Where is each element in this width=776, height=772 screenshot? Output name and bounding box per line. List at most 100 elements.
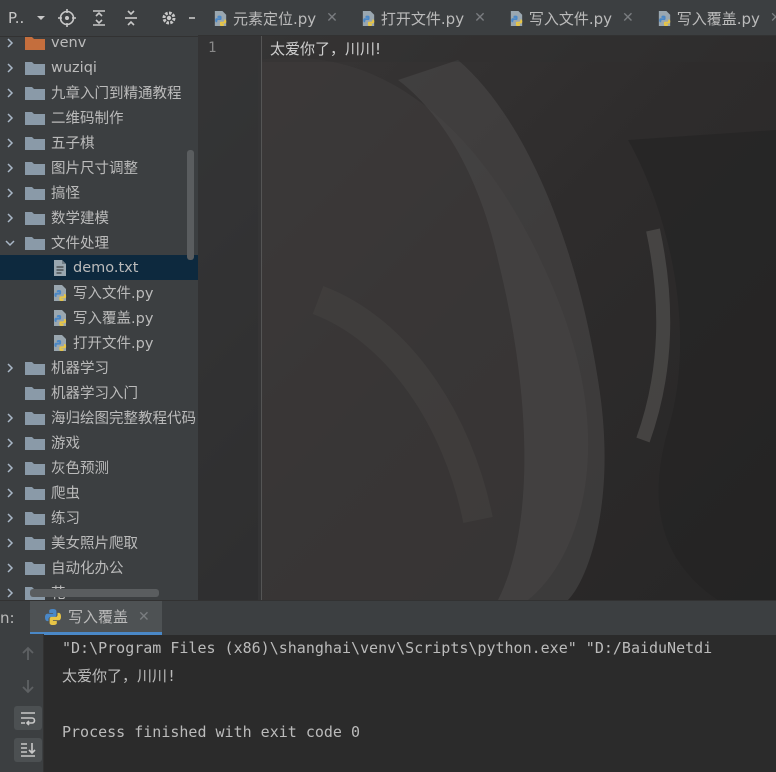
- tree-folder[interactable]: 搞怪: [0, 180, 198, 205]
- project-toolbar: P..: [0, 0, 198, 37]
- tree-item-label: 写入文件.py: [73, 286, 154, 302]
- tree-item-label: 写入覆盖.py: [73, 311, 154, 327]
- chevron-right-icon[interactable]: [5, 437, 15, 448]
- close-icon[interactable]: ✕: [326, 10, 338, 26]
- python-icon: [44, 608, 62, 626]
- close-icon[interactable]: ✕: [770, 10, 776, 26]
- chevron-right-icon[interactable]: [5, 212, 15, 223]
- tree-horizontal-scrollbar[interactable]: [30, 589, 159, 597]
- collapse-all-icon[interactable]: [120, 7, 142, 29]
- hide-icon[interactable]: [188, 7, 196, 29]
- tree-folder[interactable]: 美女照片爬取: [0, 530, 198, 555]
- tree-item-label: 爬虫: [51, 486, 80, 502]
- run-tab-label: 写入覆盖: [68, 608, 129, 626]
- folder-icon: [25, 186, 45, 200]
- tree-folder[interactable]: 灰色预测: [0, 455, 198, 480]
- chevron-right-icon[interactable]: [5, 37, 15, 48]
- chevron-right-icon[interactable]: [5, 62, 15, 73]
- tree-folder[interactable]: 海归绘图完整教程代码: [0, 405, 198, 430]
- tree-folder[interactable]: 数学建模: [0, 205, 198, 230]
- chevron-down-icon[interactable]: [36, 7, 46, 29]
- python-file-icon: [52, 284, 68, 302]
- folder-icon: [25, 61, 45, 75]
- chevron-down-icon[interactable]: [5, 238, 15, 248]
- close-icon[interactable]: ✕: [138, 609, 150, 625]
- folder-icon: [25, 511, 45, 525]
- tree-file[interactable]: 打开文件.py: [0, 330, 198, 355]
- folder-icon: [25, 386, 45, 400]
- tree-item-label: 海归绘图完整教程代码: [51, 411, 196, 427]
- editor-background-image: [198, 0, 776, 600]
- code-line[interactable]: 太爱你了，川川!: [270, 38, 381, 59]
- tree-item-label: 机器学习: [51, 361, 109, 377]
- chevron-right-icon[interactable]: [5, 87, 15, 98]
- editor-tab-label: 打开文件.py: [380, 9, 465, 28]
- editor-tab[interactable]: 打开文件.py ✕: [346, 0, 494, 36]
- console-line: Process finished with exit code 0: [62, 723, 361, 741]
- editor-tab-label: 写入覆盖.py: [676, 9, 760, 28]
- tree-item-label: 练习: [51, 511, 80, 527]
- chevron-right-icon[interactable]: [5, 362, 15, 373]
- chevron-right-icon[interactable]: [5, 162, 15, 173]
- python-file-icon: [52, 309, 68, 327]
- tree-folder[interactable]: 游戏: [0, 430, 198, 455]
- tree-folder[interactable]: 练习: [0, 505, 198, 530]
- project-view-selector[interactable]: P..: [8, 9, 36, 27]
- close-icon[interactable]: ✕: [622, 10, 634, 26]
- tree-folder[interactable]: 图片尺寸调整: [0, 155, 198, 180]
- scroll-to-end-icon[interactable]: [14, 738, 42, 762]
- tree-file[interactable]: 写入覆盖.py: [0, 305, 198, 330]
- chevron-right-icon[interactable]: [5, 187, 15, 198]
- tree-folder[interactable]: 自动化办公: [0, 555, 198, 580]
- chevron-right-icon[interactable]: [5, 487, 15, 498]
- chevron-right-icon[interactable]: [5, 462, 15, 473]
- tree-folder[interactable]: 九章入门到精通教程: [0, 80, 198, 105]
- tree-item-label: 游戏: [51, 436, 80, 452]
- folder-icon: [25, 411, 45, 425]
- locate-icon[interactable]: [56, 7, 78, 29]
- editor-tab[interactable]: 写入覆盖.py ✕: [642, 0, 776, 36]
- chevron-right-icon[interactable]: [5, 587, 15, 598]
- python-file-icon: [52, 334, 68, 352]
- folder-icon: [25, 111, 45, 125]
- line-number: 1: [208, 40, 217, 56]
- console-line: 太爱你了，川川!: [62, 667, 177, 685]
- chevron-right-icon[interactable]: [5, 537, 15, 548]
- editor-tab-label: 写入文件.py: [528, 9, 612, 28]
- tree-folder[interactable]: 二维码制作: [0, 105, 198, 130]
- editor-tab[interactable]: 元素定位.py ✕: [198, 0, 346, 36]
- chevron-right-icon[interactable]: [5, 512, 15, 523]
- folder-icon: [25, 361, 45, 375]
- tree-file[interactable]: 写入文件.py: [0, 280, 198, 305]
- tree-folder[interactable]: 机器学习: [0, 355, 198, 380]
- console-output[interactable]: "D:\Program Files (x86)\shanghai\venv\Sc…: [62, 634, 776, 746]
- tree-vertical-scrollbar[interactable]: [187, 150, 194, 260]
- tree-item-label: 数学建模: [51, 211, 109, 227]
- editor-area[interactable]: 1 太爱你了，川川! 元素定位.py ✕ 打开文件.py ✕ 写入文件.py ✕ 写入覆盖.…: [198, 0, 776, 600]
- gear-icon[interactable]: [158, 7, 180, 29]
- close-icon[interactable]: ✕: [474, 10, 486, 26]
- tree-item-label: 打开文件.py: [73, 336, 154, 352]
- chevron-right-icon[interactable]: [5, 562, 15, 573]
- tree-file[interactable]: demo.txt: [0, 255, 198, 280]
- tree-item-label: 美女照片爬取: [51, 536, 138, 552]
- soft-wrap-icon[interactable]: [14, 706, 42, 730]
- chevron-right-icon[interactable]: [5, 137, 15, 148]
- chevron-right-icon[interactable]: [5, 412, 15, 423]
- arrow-up-icon[interactable]: [14, 642, 42, 666]
- tree-item-label: 搞怪: [51, 186, 80, 202]
- folder-icon: [25, 211, 45, 225]
- tree-folder[interactable]: 五子棋: [0, 130, 198, 155]
- folder-icon: [25, 436, 45, 450]
- expand-all-icon[interactable]: [88, 7, 110, 29]
- folder-icon: [25, 161, 45, 175]
- tree-folder[interactable]: 爬虫: [0, 480, 198, 505]
- tree-folder[interactable]: wuziqi: [0, 55, 198, 80]
- arrow-down-icon[interactable]: [14, 674, 42, 698]
- python-file-icon: [508, 10, 525, 27]
- editor-tab[interactable]: 写入文件.py ✕: [494, 0, 642, 36]
- tree-folder[interactable]: 机器学习入门: [0, 380, 198, 405]
- chevron-right-icon[interactable]: [5, 112, 15, 123]
- tree-folder[interactable]: 文件处理: [0, 230, 198, 255]
- run-config-tab[interactable]: 写入覆盖 ✕: [30, 601, 162, 635]
